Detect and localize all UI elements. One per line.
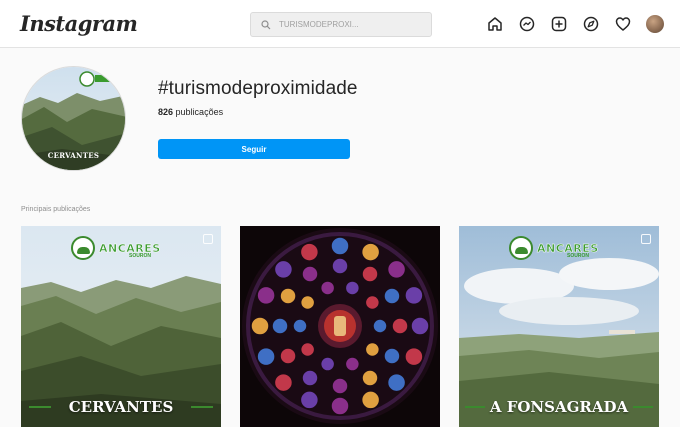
- activity-button[interactable]: [612, 13, 634, 35]
- carousel-icon: [203, 234, 213, 244]
- window-petal: [361, 265, 379, 283]
- window-petal: [330, 396, 350, 416]
- new-post-button[interactable]: [548, 13, 570, 35]
- post-image-rose-window: [240, 226, 440, 427]
- window-petal: [360, 390, 381, 410]
- window-petal: [386, 259, 407, 280]
- home-icon: [488, 17, 502, 31]
- window-petal: [279, 287, 297, 305]
- brand-emblem-icon: [71, 236, 95, 260]
- post-place-caption: A FONSAGRADA: [489, 398, 629, 416]
- window-petal: [344, 356, 361, 372]
- follow-button[interactable]: Seguir: [158, 139, 350, 159]
- post-tile[interactable]: ANCARES SOURON A FONSAGRADA: [459, 226, 659, 427]
- window-petal: [391, 317, 409, 335]
- post-count-number: 826: [158, 107, 174, 117]
- brand-logo: ANCARES SOURON: [71, 236, 171, 260]
- hashtag-title: #turismodeproximidade: [158, 78, 358, 99]
- new-post-icon: [551, 16, 567, 32]
- window-petal: [250, 316, 270, 336]
- window-petal: [410, 316, 430, 336]
- window-petal: [279, 347, 297, 365]
- window-petal: [273, 259, 294, 280]
- window-petal: [256, 285, 276, 306]
- hashtag-profile-picture: CERVANTES: [21, 66, 126, 171]
- search-box[interactable]: [250, 12, 432, 37]
- window-petal: [383, 347, 401, 365]
- window-petal: [299, 341, 316, 358]
- search-icon: [261, 19, 271, 29]
- nav-icons: [484, 13, 676, 35]
- window-petal: [331, 257, 349, 275]
- window-petal: [256, 346, 276, 367]
- top-posts-heading: Principais publicações: [21, 206, 91, 213]
- post-tile[interactable]: ANCARES SOURON CERVANTES: [21, 226, 221, 427]
- window-petal: [383, 287, 401, 305]
- profile-picture-caption: CERVANTES: [47, 151, 100, 160]
- window-petal: [299, 242, 320, 262]
- window-petal: [273, 372, 294, 393]
- decor-line: [633, 406, 653, 408]
- window-petal: [331, 377, 349, 395]
- decor-line: [191, 406, 213, 408]
- window-petal: [372, 318, 388, 334]
- brand-logo: ANCARES SOURON: [509, 236, 609, 260]
- window-petal: [344, 280, 361, 296]
- brand-emblem-icon: [509, 236, 533, 260]
- carousel-icon: [641, 234, 651, 244]
- window-petal: [299, 390, 320, 410]
- window-petal: [301, 369, 319, 387]
- window-petal: [319, 280, 336, 296]
- messenger-icon: [519, 16, 535, 32]
- instagram-logo[interactable]: Instagram: [20, 11, 138, 36]
- window-petal: [271, 317, 289, 335]
- post-count-label: publicações: [175, 107, 224, 117]
- post-tile[interactable]: [240, 226, 440, 427]
- messages-button[interactable]: [516, 13, 538, 35]
- avatar: [646, 15, 664, 33]
- profile-button[interactable]: [644, 13, 666, 35]
- window-petal: [386, 372, 407, 393]
- window-petal: [404, 285, 424, 306]
- search-input[interactable]: [279, 20, 419, 29]
- heart-icon: [615, 17, 631, 31]
- window-petal: [364, 294, 381, 311]
- window-petal: [330, 236, 350, 256]
- window-petal: [361, 369, 379, 387]
- brand-subtitle: SOURON: [567, 253, 589, 259]
- top-navigation-bar: Instagram: [0, 0, 680, 48]
- window-petal: [299, 294, 316, 311]
- window-petal: [364, 341, 381, 358]
- window-petal: [319, 356, 336, 372]
- home-button[interactable]: [484, 13, 506, 35]
- explore-button[interactable]: [580, 13, 602, 35]
- window-petal: [360, 242, 381, 262]
- window-petal: [292, 318, 308, 334]
- post-count: 826 publicações: [158, 107, 223, 117]
- window-petal: [404, 346, 424, 367]
- brand-subtitle: SOURON: [129, 253, 151, 259]
- window-petal: [301, 265, 319, 283]
- explore-icon: [583, 16, 599, 32]
